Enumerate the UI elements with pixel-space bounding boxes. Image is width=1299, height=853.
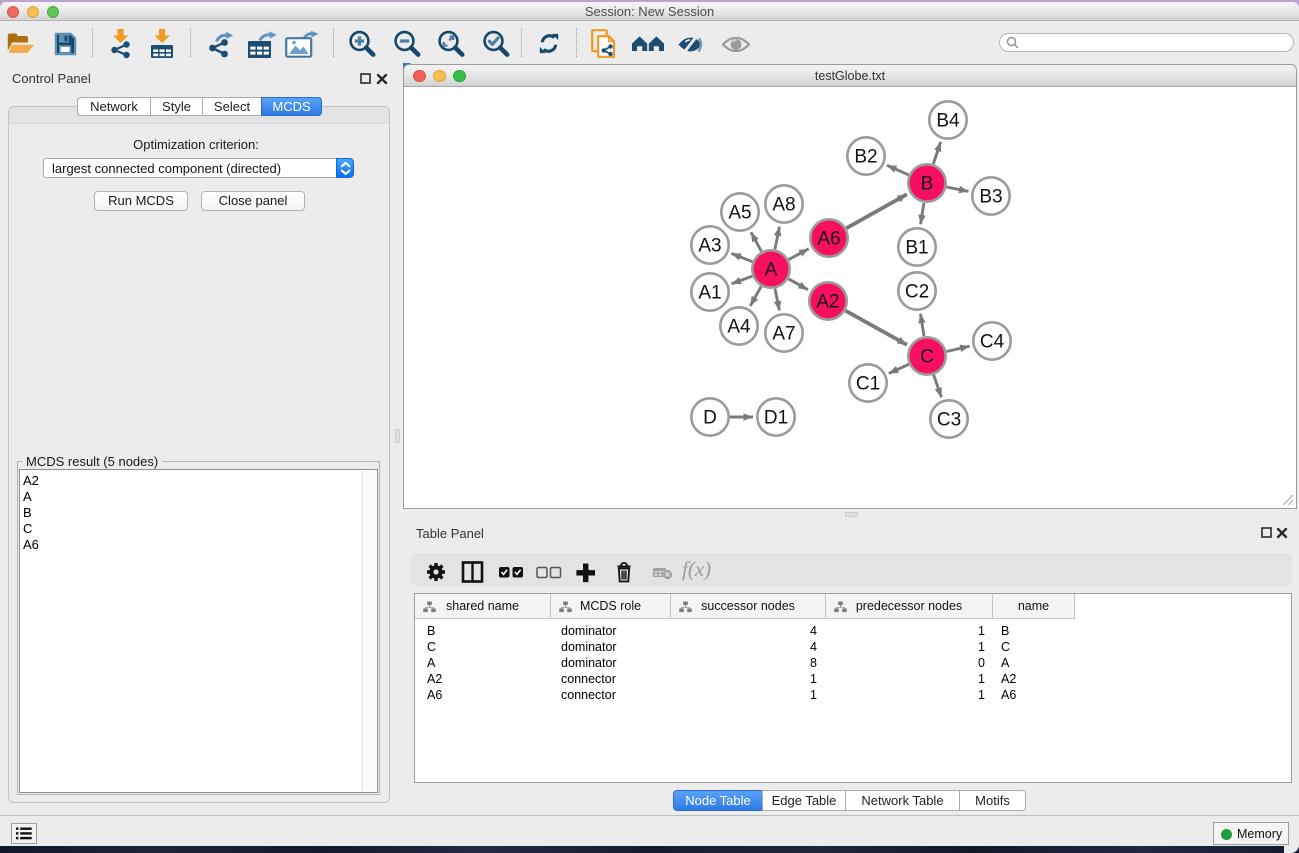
svg-text:B: B <box>921 174 934 195</box>
svg-text:C: C <box>920 347 934 368</box>
svg-text:D1: D1 <box>764 408 788 429</box>
svg-text:C3: C3 <box>937 410 961 431</box>
svg-text:A8: A8 <box>772 195 795 216</box>
svg-text:B4: B4 <box>936 111 960 132</box>
svg-text:A3: A3 <box>698 236 721 257</box>
svg-text:B1: B1 <box>905 238 928 259</box>
svg-text:C1: C1 <box>856 374 880 395</box>
svg-text:C4: C4 <box>980 332 1005 353</box>
svg-text:C2: C2 <box>905 282 929 303</box>
svg-text:A6: A6 <box>817 229 840 250</box>
svg-text:B2: B2 <box>854 147 877 168</box>
svg-text:A2: A2 <box>816 292 839 313</box>
svg-text:D: D <box>703 408 717 429</box>
svg-text:A1: A1 <box>698 283 721 304</box>
svg-text:A4: A4 <box>727 317 751 338</box>
svg-text:A7: A7 <box>772 324 795 345</box>
svg-text:A: A <box>765 260 778 281</box>
svg-text:B3: B3 <box>979 187 1002 208</box>
svg-text:A5: A5 <box>728 203 751 224</box>
